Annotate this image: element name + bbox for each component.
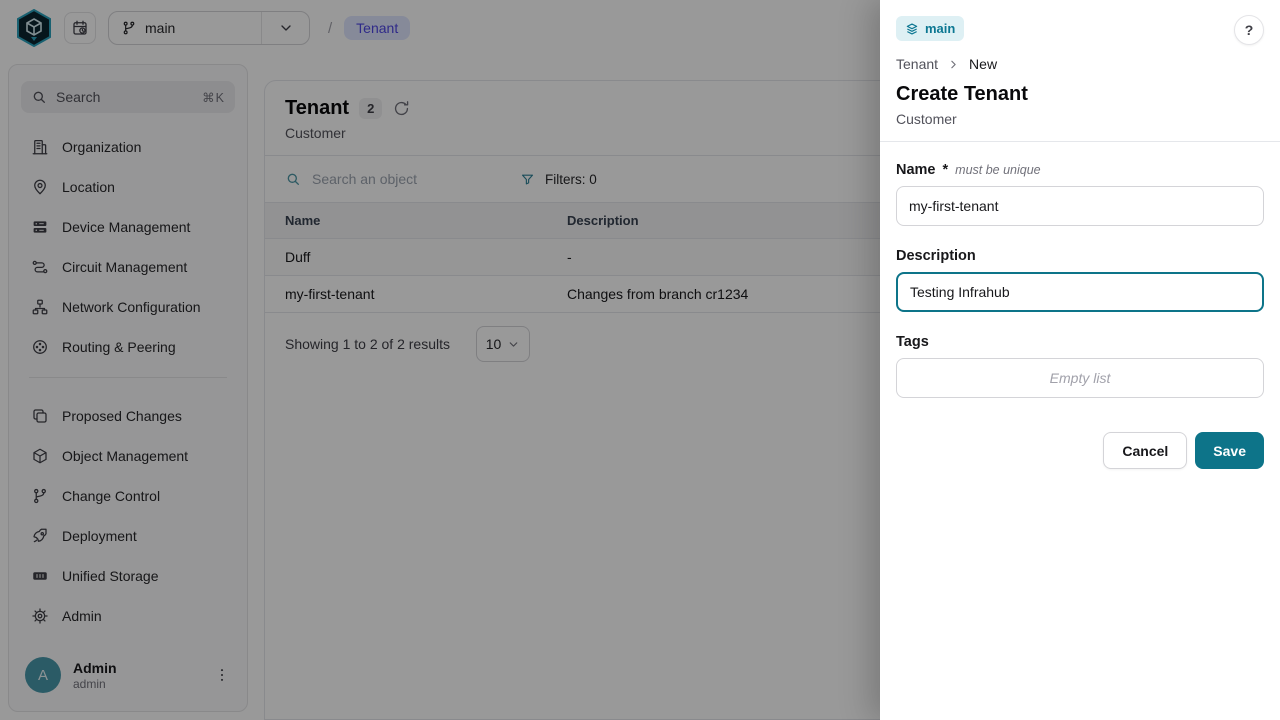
drawer-subtitle: Customer	[896, 111, 1264, 127]
layers-icon	[905, 22, 919, 36]
name-hint: must be unique	[955, 163, 1040, 177]
tags-label: Tags	[896, 334, 929, 350]
create-tenant-drawer: main ? Tenant New Create Tenant Customer…	[880, 0, 1280, 720]
name-input[interactable]	[896, 186, 1264, 226]
create-tenant-form: Name * must be unique Description Tags	[880, 142, 1280, 489]
branch-badge: main	[896, 16, 964, 41]
breadcrumb-current: New	[969, 56, 997, 72]
drawer-header: main ? Tenant New Create Tenant Customer	[880, 0, 1280, 142]
name-field-group: Name * must be unique	[896, 162, 1264, 226]
branch-badge-label: main	[925, 21, 955, 36]
breadcrumb-parent[interactable]: Tenant	[896, 56, 938, 72]
drawer-title: Create Tenant	[896, 83, 1264, 106]
description-input[interactable]	[896, 272, 1264, 312]
help-button[interactable]: ?	[1234, 15, 1264, 45]
chevron-right-icon	[947, 58, 960, 71]
description-field-group: Description	[896, 248, 1264, 312]
tags-field-group: Tags	[896, 334, 1264, 398]
name-label: Name	[896, 162, 936, 178]
save-button[interactable]: Save	[1195, 432, 1264, 469]
form-actions: Cancel Save	[896, 432, 1264, 469]
tags-input[interactable]	[896, 358, 1264, 398]
required-marker: *	[943, 162, 949, 178]
cancel-button[interactable]: Cancel	[1103, 432, 1187, 469]
drawer-breadcrumb: Tenant New	[896, 56, 1264, 72]
app-window: main / Tenant Search ⌘K	[0, 0, 1280, 720]
description-label: Description	[896, 248, 976, 264]
